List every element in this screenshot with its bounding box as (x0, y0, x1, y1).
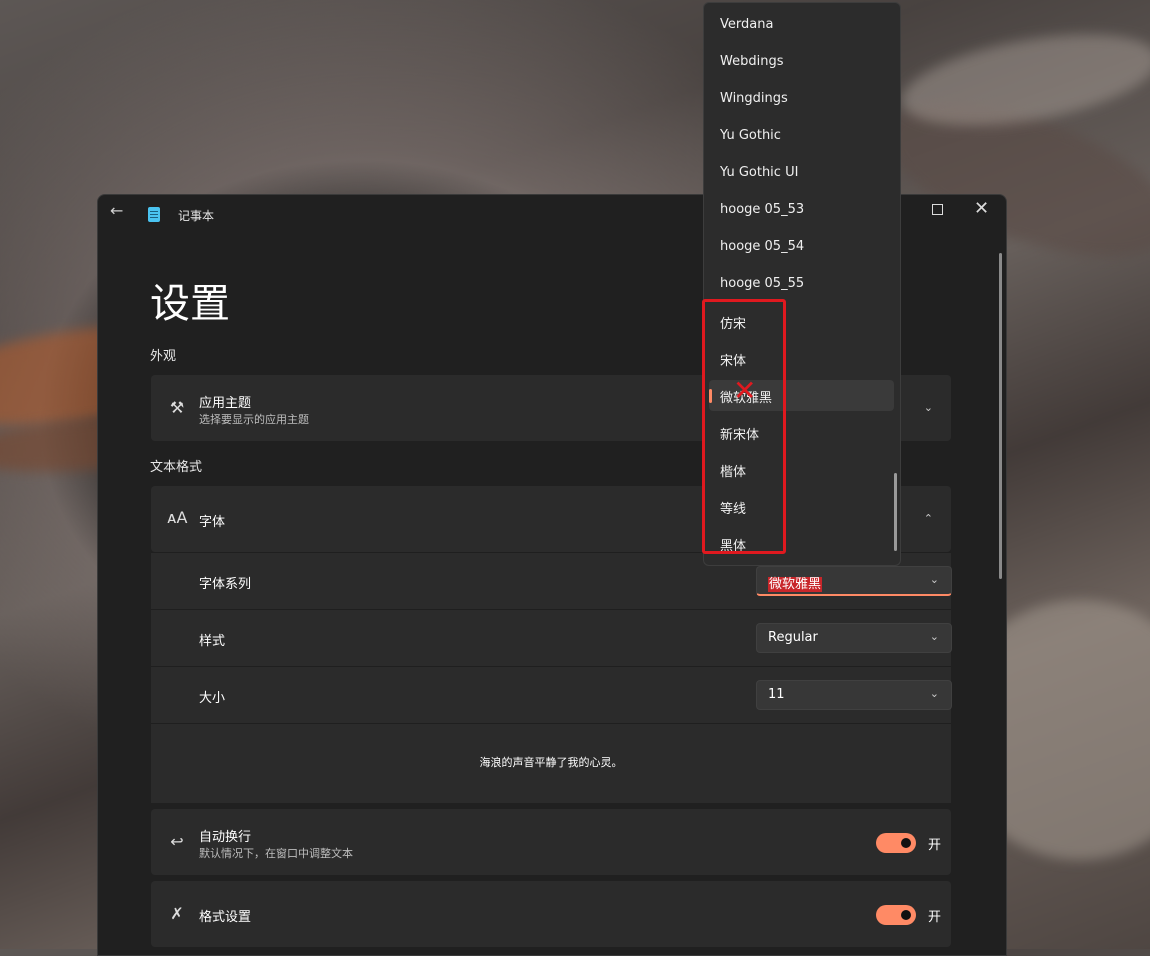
font-option[interactable]: Yu Gothic (720, 128, 781, 143)
font-style-dropdown[interactable]: Regular ⌄ (756, 623, 952, 653)
formatting-title: 格式设置 (199, 910, 252, 925)
font-size-row: 大小 11 ⌄ (151, 666, 952, 724)
font-size-value: 11 (768, 687, 785, 702)
annotation-x-mark-icon: ✕ (733, 374, 757, 407)
word-wrap-title: 自动换行 (199, 830, 252, 845)
word-wrap-icon: ↩ (170, 832, 184, 851)
formatting-state: 开 (928, 910, 942, 925)
font-option[interactable]: Webdings (720, 54, 783, 69)
chevron-down-icon: ⌄ (929, 630, 939, 643)
chevron-up-icon[interactable]: ⌃ (924, 512, 933, 525)
font-style-row: 样式 Regular ⌄ (151, 609, 952, 667)
font-icon: ᴀA (167, 508, 188, 527)
notepad-app-icon (148, 207, 160, 222)
word-wrap-toggle[interactable] (876, 833, 916, 853)
word-wrap-subtitle: 默认情况下，在窗口中调整文本 (199, 847, 353, 860)
font-option[interactable]: Yu Gothic UI (720, 165, 798, 180)
formatting-icon: ✗ (170, 904, 184, 923)
font-option[interactable]: hooge 05_53 (720, 202, 804, 217)
window-scrollbar[interactable] (999, 253, 1002, 579)
font-option[interactable]: Verdana (720, 17, 773, 32)
font-preview-text: 海浪的声音平静了我的心灵。 (479, 756, 623, 769)
word-wrap-card[interactable]: ↩ 自动换行 默认情况下，在窗口中调整文本 开 (151, 809, 951, 875)
annotation-red-box (702, 299, 786, 554)
app-title: 记事本 (178, 209, 215, 223)
popup-scrollbar[interactable] (894, 473, 897, 551)
close-icon[interactable]: ✕ (974, 198, 989, 219)
font-option[interactable]: Wingdings (720, 91, 788, 106)
font-option[interactable]: hooge 05_54 (720, 239, 804, 254)
chevron-down-icon: ⌄ (929, 687, 939, 700)
font-size-label: 大小 (199, 691, 226, 706)
formatting-card[interactable]: ✗ 格式设置 开 (151, 881, 951, 947)
font-family-value: 微软雅黑 (768, 577, 823, 592)
font-option[interactable]: hooge 05_55 (720, 276, 804, 291)
font-size-dropdown[interactable]: 11 ⌄ (756, 680, 952, 710)
font-family-dropdown[interactable]: 微软雅黑 ⌄ (756, 566, 952, 596)
palette-icon: ⚒ (169, 398, 185, 417)
word-wrap-state: 开 (928, 838, 942, 853)
section-appearance: 外观 (150, 349, 177, 364)
font-family-label: 字体系列 (199, 577, 252, 592)
app-theme-title: 应用主题 (199, 396, 252, 411)
font-style-value: Regular (768, 630, 818, 645)
maximize-icon[interactable] (932, 204, 943, 215)
font-title: 字体 (199, 515, 226, 530)
formatting-toggle[interactable] (876, 905, 916, 925)
font-preview-row: 海浪的声音平静了我的心灵。 (151, 723, 951, 803)
font-style-label: 样式 (199, 634, 226, 649)
app-theme-subtitle: 选择要显示的应用主题 (199, 413, 309, 426)
chevron-down-icon[interactable]: ⌄ (924, 401, 933, 414)
back-arrow-icon[interactable]: ← (110, 203, 126, 219)
page-title: 设置 (150, 281, 230, 327)
section-text-format: 文本格式 (150, 460, 203, 475)
chevron-down-icon: ⌄ (929, 573, 939, 586)
